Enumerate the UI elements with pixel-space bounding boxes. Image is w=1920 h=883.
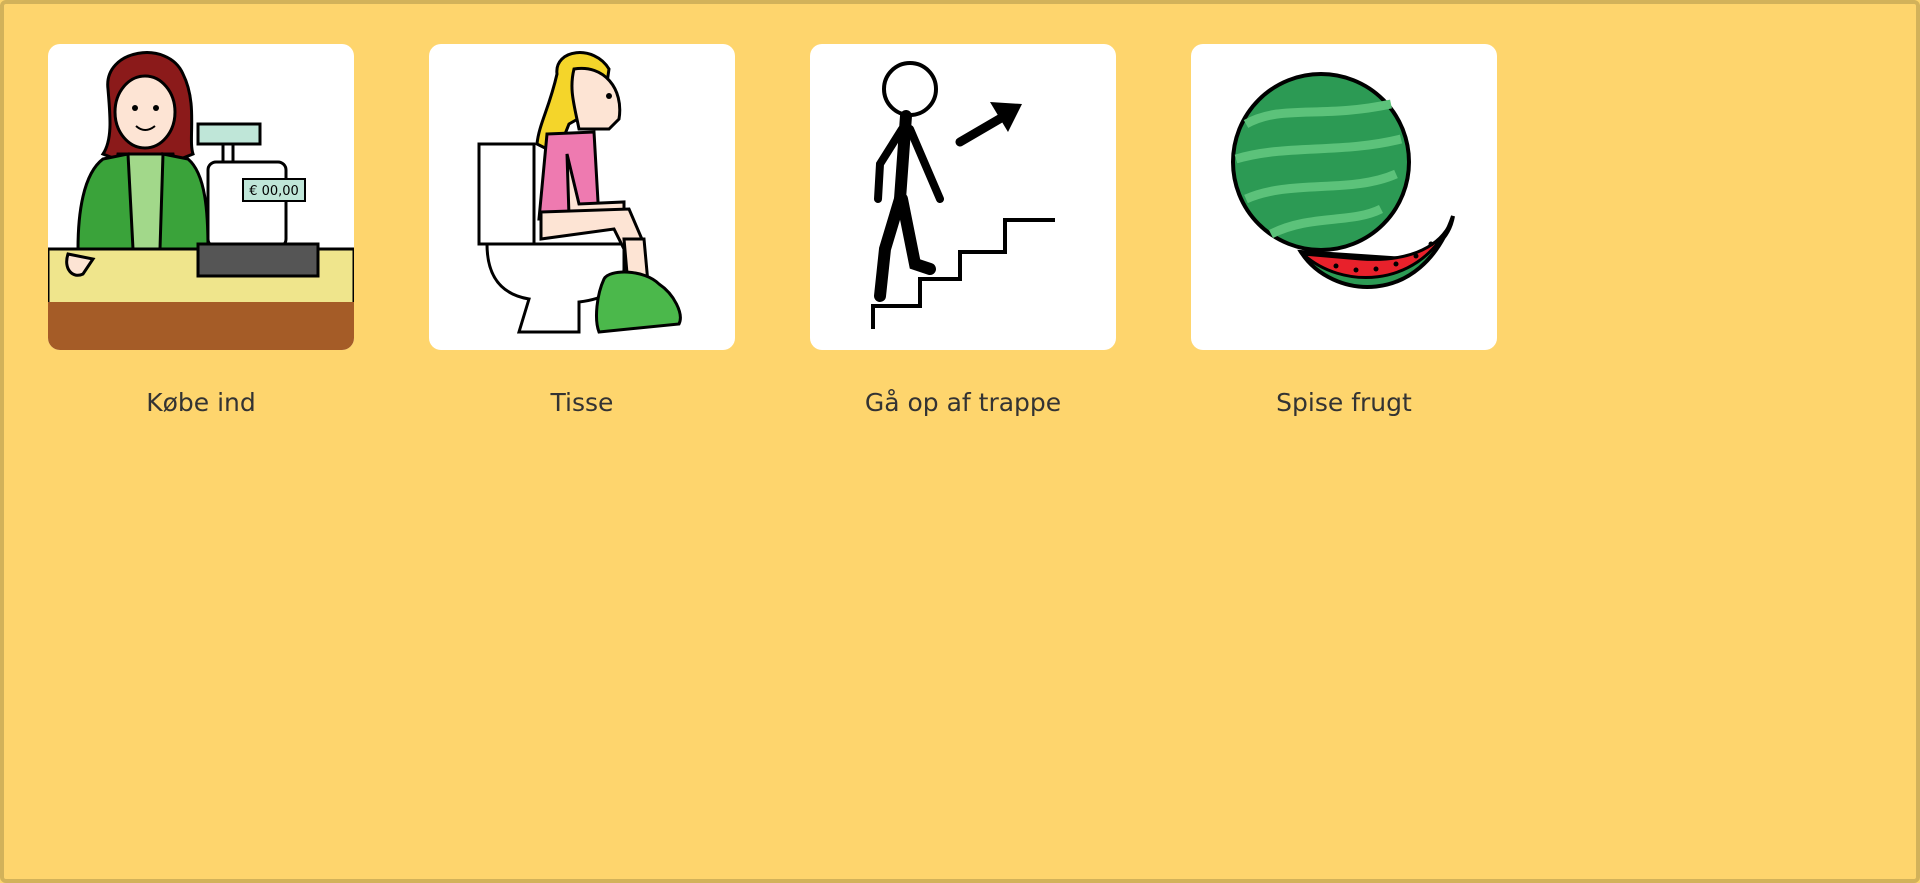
toilet-pee-icon xyxy=(477,51,682,334)
shopping-cashier-icon: € 00,00 xyxy=(48,51,354,350)
card-spise-frugt[interactable]: Spise frugt xyxy=(1191,44,1497,418)
tile-kobe-ind[interactable]: € 00,00 xyxy=(48,44,354,350)
card-tisse[interactable]: Tisse xyxy=(429,44,735,418)
card-label: Spise frugt xyxy=(1276,388,1412,417)
watermelon-icon xyxy=(1231,72,1455,289)
tile-spise-frugt[interactable] xyxy=(1191,44,1497,350)
card-label: Gå op af trappe xyxy=(864,388,1062,417)
card-ga-op-af-trappe[interactable]: Gå op af trappe xyxy=(810,44,1116,418)
card-label: Tisse xyxy=(550,388,614,417)
climb-stairs-icon xyxy=(871,61,1055,329)
pictogram-board: € 00,00 Købe ind Tisse Gå op af trappe S… xyxy=(0,0,1920,883)
tile-tisse[interactable] xyxy=(429,44,735,350)
tile-ga-op-af-trappe[interactable] xyxy=(810,44,1116,350)
card-label: Købe ind xyxy=(146,388,256,417)
card-kobe-ind[interactable]: € 00,00 Købe ind xyxy=(48,44,354,418)
register-display-text: € 00,00 xyxy=(249,184,299,199)
